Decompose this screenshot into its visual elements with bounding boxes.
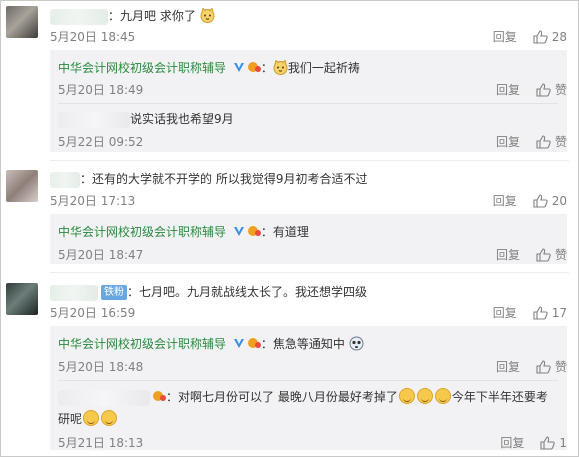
smile-emoji-icon xyxy=(434,388,451,404)
reply-item-continued: 研呢 xyxy=(58,410,118,427)
like-button[interactable]: 28 xyxy=(533,30,567,44)
like-button[interactable]: 1 xyxy=(540,436,567,450)
avatar[interactable] xyxy=(6,283,38,315)
thumbs-up-icon xyxy=(536,134,551,149)
comment-text: ：九月吧 求你了 xyxy=(50,7,215,25)
reply-button[interactable]: 回复 xyxy=(496,133,520,150)
reply-actions: 回复 赞 xyxy=(496,133,567,150)
thumbs-up-icon xyxy=(540,435,556,450)
cat-emoji-icon xyxy=(200,7,215,23)
like-count: 28 xyxy=(551,29,567,44)
reply-button[interactable]: 回复 xyxy=(493,28,517,45)
reply-button[interactable]: 回复 xyxy=(496,358,520,375)
vip-badge-icon xyxy=(247,62,261,72)
reply-button[interactable]: 回复 xyxy=(500,434,524,451)
comment-actions: 回复 20 xyxy=(493,192,567,209)
like-count: 1 xyxy=(559,435,567,450)
like-label: 赞 xyxy=(554,360,567,374)
comment-date: 5月20日 17:13 xyxy=(50,194,136,208)
cat-emoji-icon xyxy=(273,59,288,75)
username[interactable] xyxy=(50,284,98,301)
avatar[interactable] xyxy=(6,6,38,38)
comment-text: 铁粉 ：七月吧。九月就战线太长了。我还想学四级 xyxy=(50,283,367,301)
reply-button[interactable]: 回复 xyxy=(496,81,520,98)
reply-item: 说实话我也希望9月 xyxy=(58,110,234,128)
fan-badge: 铁粉 xyxy=(101,285,127,300)
username[interactable] xyxy=(58,111,130,128)
vip-badge-icon xyxy=(247,226,261,236)
reply-actions: 回复 赞 xyxy=(496,246,567,263)
reply-item: 中华会计网校初级会计职称辅导 ：焦急等通知中 xyxy=(58,335,364,352)
reply-date: 5月20日 18:48 xyxy=(58,360,144,374)
comment-date: 5月20日 16:59 xyxy=(50,306,136,320)
comment-actions: 回复 28 xyxy=(493,28,567,45)
username[interactable] xyxy=(50,171,80,188)
reply-item: 中华会计网校初级会计职称辅导 ：有道理 xyxy=(58,225,309,239)
reply-author-link[interactable]: 中华会计网校初级会计职称辅导 xyxy=(58,225,226,239)
smile-emoji-icon xyxy=(398,388,415,404)
reply-item: 中华会计网校初级会计职称辅导 ：我们一起祈祷 xyxy=(58,59,360,75)
verified-v-icon xyxy=(233,339,244,348)
like-button[interactable]: 20 xyxy=(533,194,567,208)
thumbs-up-icon xyxy=(533,29,548,44)
like-button[interactable]: 赞 xyxy=(536,358,567,375)
reply-button[interactable]: 回复 xyxy=(493,304,517,321)
thumbs-up-icon xyxy=(533,193,548,208)
smile-emoji-icon xyxy=(83,410,100,426)
reply-button[interactable]: 回复 xyxy=(496,246,520,263)
like-button[interactable]: 赞 xyxy=(536,246,567,263)
smile-emoji-icon xyxy=(101,410,118,426)
verified-v-icon xyxy=(233,63,244,72)
comment-actions: 回复 17 xyxy=(493,304,567,321)
avatar[interactable] xyxy=(6,170,38,202)
like-count: 20 xyxy=(551,193,567,208)
reply-divider xyxy=(58,103,558,104)
comment-divider xyxy=(50,272,569,273)
anxious-face-emoji-icon xyxy=(349,336,364,351)
like-count: 17 xyxy=(551,305,567,320)
like-button[interactable]: 赞 xyxy=(536,133,567,150)
reply-author-link[interactable]: 中华会计网校初级会计职称辅导 xyxy=(58,61,226,75)
username[interactable] xyxy=(58,389,150,406)
comment-text: ：还有的大学就不开学的 所以我觉得9月初考合适不过 xyxy=(50,170,367,188)
smile-emoji-icon xyxy=(416,388,433,404)
reply-actions: 回复 1 xyxy=(500,434,567,451)
comment-divider xyxy=(50,160,569,161)
reply-divider xyxy=(58,380,558,381)
like-label: 赞 xyxy=(554,83,567,97)
thumbs-up-icon xyxy=(536,247,551,262)
reply-date: 5月20日 18:49 xyxy=(58,83,144,97)
reply-date: 5月20日 18:47 xyxy=(58,248,144,262)
vip-badge-icon xyxy=(247,338,261,348)
comment-date: 5月20日 18:45 xyxy=(50,30,136,44)
reply-author-link[interactable]: 中华会计网校初级会计职称辅导 xyxy=(58,337,226,351)
thumbs-up-icon xyxy=(533,305,548,320)
like-label: 赞 xyxy=(554,248,567,262)
thumbs-up-icon xyxy=(536,359,551,374)
reply-item: ：对啊七月份可以了 最晚八月份最好考掉了 今年下半年还要考 xyxy=(58,388,548,406)
thumbs-up-icon xyxy=(536,82,551,97)
reply-actions: 回复 赞 xyxy=(496,81,567,98)
vip-badge-icon xyxy=(153,391,166,401)
reply-date: 5月22日 09:52 xyxy=(58,135,144,149)
like-button[interactable]: 赞 xyxy=(536,81,567,98)
like-label: 赞 xyxy=(554,135,567,149)
reply-button[interactable]: 回复 xyxy=(493,192,517,209)
verified-v-icon xyxy=(233,227,244,236)
like-button[interactable]: 17 xyxy=(533,306,567,320)
reply-date: 5月21日 18:13 xyxy=(58,436,144,450)
reply-actions: 回复 赞 xyxy=(496,358,567,375)
username[interactable] xyxy=(50,8,108,25)
